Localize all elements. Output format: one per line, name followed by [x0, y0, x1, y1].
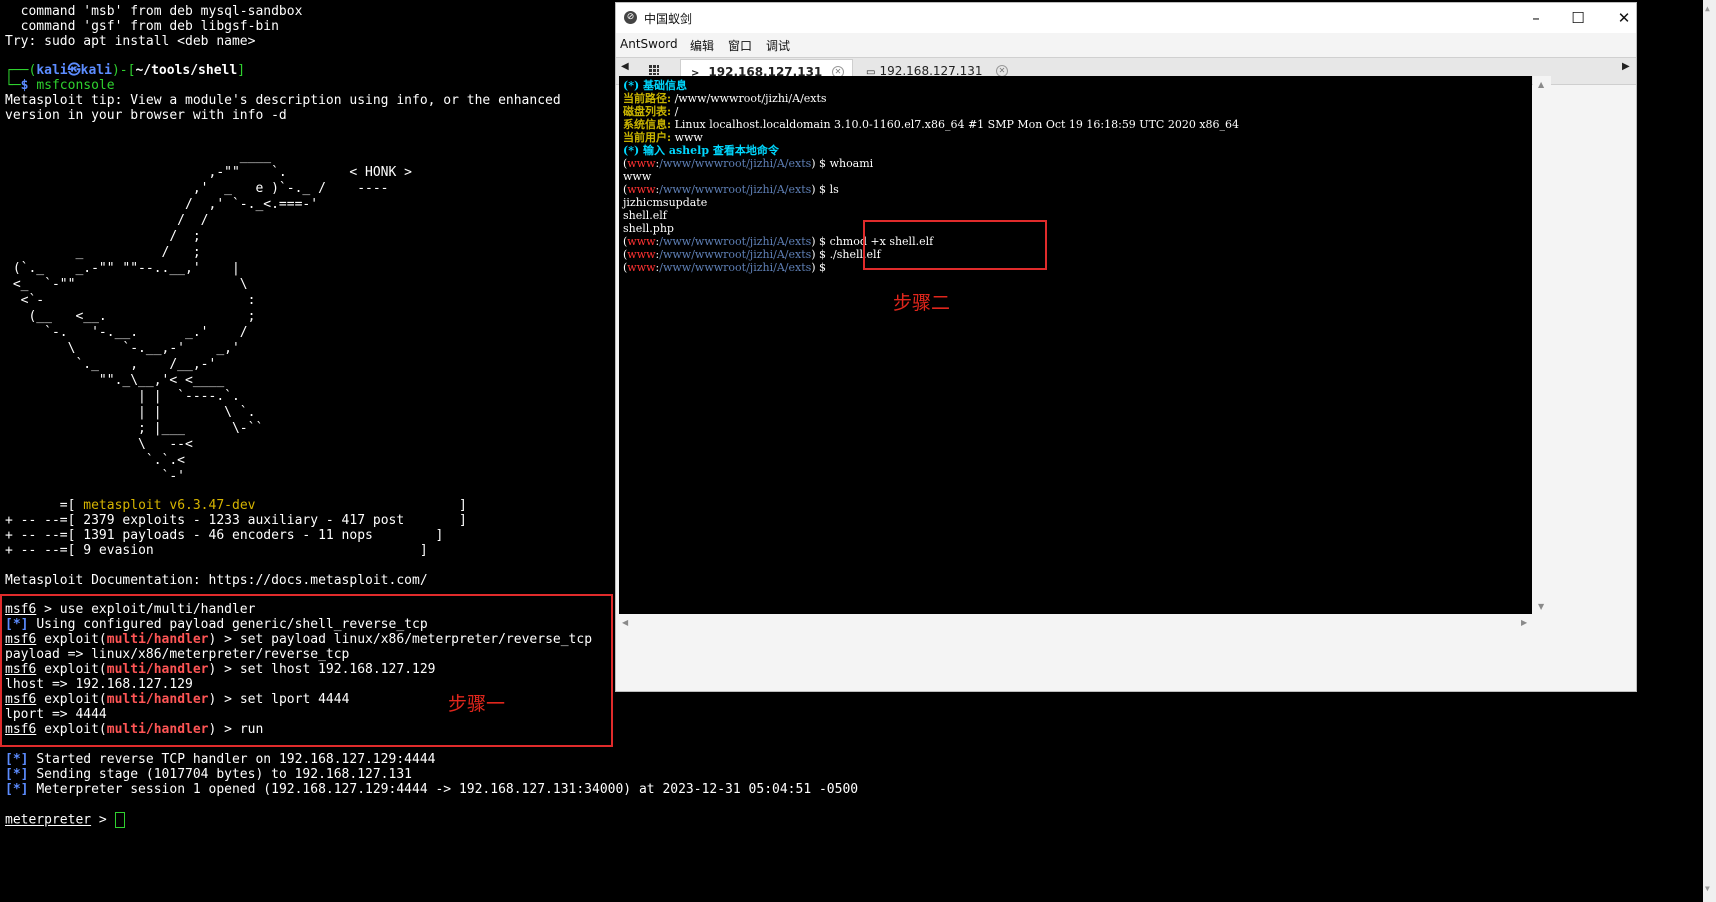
meterpreter-prompt-line[interactable]: meterpreter > [5, 812, 125, 828]
status-line: [*] Sending stage (1017704 bytes) to 192… [5, 767, 412, 782]
terminal-output-line: Try: sudo apt install <deb name> [5, 34, 256, 49]
window-title: 中国蚁剑 [644, 12, 693, 26]
menu-bar: AntSword 编辑 窗口 调试 [616, 34, 1636, 56]
banner-stats-line: + -- --=[ 9 evasion ] [5, 543, 428, 558]
terminal-scrollbar[interactable]: ▲ ▼ [1703, 0, 1716, 902]
console-vertical-scrollbar[interactable]: ▲ ▼ [1533, 76, 1551, 614]
tab-scroll-left-button[interactable]: ◀ [621, 61, 629, 72]
prompt-host: kali [80, 63, 112, 78]
terminal-output-line: command 'msb' from deb mysql-sandbox [5, 4, 303, 19]
antsword-terminal-console[interactable]: (*) 基础信息 当前路径: /www/wwwroot/jizhi/A/exts… [619, 76, 1532, 614]
terminal-cursor [114, 812, 125, 828]
tip-line: Metasploit tip: View a module's descript… [5, 93, 561, 108]
honk-goose-ascii-art: ____ ,-"" `. < HONK > ,' _ e )`-._ / ---… [12, 149, 412, 484]
prompt-symbol: $ [20, 78, 29, 93]
step2-highlight-box [863, 220, 1047, 270]
maximize-button[interactable]: ☐ [1556, 6, 1600, 30]
scroll-up-icon[interactable]: ▲ [1705, 4, 1710, 13]
path-info-line: 当前路径: /www/wwwroot/jizhi/A/exts [623, 92, 827, 105]
menu-debug[interactable]: 调试 [766, 37, 790, 54]
banner-stats-line: + -- --=[ 2379 exploits - 1233 auxiliary… [5, 513, 467, 528]
scroll-up-icon[interactable]: ▲ [1538, 80, 1544, 89]
console-prompt-line: (www:/www/wwwroot/jizhi/A/exts) $ whoami [623, 157, 874, 170]
help-hint-line: (*) 输入 ashelp 查看本地命令 [623, 144, 779, 157]
terminal-output-line: command 'gsf' from deb libgsf-bin [5, 19, 279, 34]
scroll-right-icon[interactable]: ▶ [1521, 618, 1527, 627]
banner-version-line: =[ metasploit v6.3.47-dev ] [5, 498, 467, 513]
console-prompt-line: (www:/www/wwwroot/jizhi/A/exts) $ ls [623, 183, 839, 196]
documentation-line: Metasploit Documentation: https://docs.m… [5, 573, 428, 588]
tab-scroll-right-button[interactable]: ▶ [1622, 61, 1630, 72]
console-prompt-line[interactable]: (www:/www/wwwroot/jizhi/A/exts) $ [623, 261, 830, 274]
shell-command-line: └─$ msfconsole [5, 78, 115, 93]
step1-highlight-box [0, 594, 613, 747]
tip-line: version in your browser with info -d [5, 108, 287, 123]
console-prompt-line: (www:/www/wwwroot/jizhi/A/exts) $ ./shel… [623, 248, 881, 261]
version-text: metasploit v6.3.47-dev [83, 498, 256, 513]
antsword-window[interactable]: ⊘ 中国蚁剑 – ☐ ✕ AntSword 编辑 窗口 调试 ◀ >_ 192.1… [615, 2, 1637, 692]
basic-info-header: (*) 基础信息 [623, 79, 687, 92]
console-output-line: www [623, 170, 652, 183]
prompt-user: kali [36, 63, 68, 78]
user-info-line: 当前用户: www [623, 131, 703, 144]
scroll-left-icon[interactable]: ◀ [622, 618, 628, 627]
menu-window[interactable]: 窗口 [728, 37, 752, 54]
scroll-down-icon[interactable]: ▼ [1705, 884, 1710, 893]
grid-icon[interactable] [649, 65, 659, 75]
step2-label: 步骤二 [893, 292, 951, 314]
console-output-line: shell.php [623, 222, 674, 235]
scroll-down-icon[interactable]: ▼ [1538, 602, 1544, 611]
banner-stats-line: + -- --=[ 1391 payloads - 46 encoders - … [5, 528, 444, 543]
menu-antsword[interactable]: AntSword [620, 37, 678, 51]
prompt-path: ~/tools/shell [135, 63, 238, 78]
minimize-button[interactable]: – [1514, 6, 1558, 30]
menu-edit[interactable]: 编辑 [690, 37, 714, 54]
disk-info-line: 磁盘列表: / [623, 105, 679, 118]
shell-prompt: ┌──(kali㉿kali)-[~/tools/shell] [5, 63, 246, 78]
system-info-line: 系统信息: Linux localhost.localdomain 3.10.0… [623, 118, 1240, 131]
antsword-app-icon: ⊘ [624, 11, 637, 24]
status-line: [*] Meterpreter session 1 opened (192.16… [5, 782, 859, 797]
status-line: [*] Started reverse TCP handler on 192.1… [5, 752, 436, 767]
console-output-line: jizhicmsupdate [623, 196, 708, 209]
command-text: msfconsole [36, 78, 115, 93]
close-button[interactable]: ✕ [1602, 6, 1646, 30]
console-horizontal-scrollbar[interactable]: ◀ ▶ [619, 615, 1532, 629]
console-output-line: shell.elf [623, 209, 667, 222]
step1-label: 步骤一 [448, 693, 506, 715]
window-titlebar[interactable]: ⊘ 中国蚁剑 – ☐ ✕ [616, 3, 1636, 33]
